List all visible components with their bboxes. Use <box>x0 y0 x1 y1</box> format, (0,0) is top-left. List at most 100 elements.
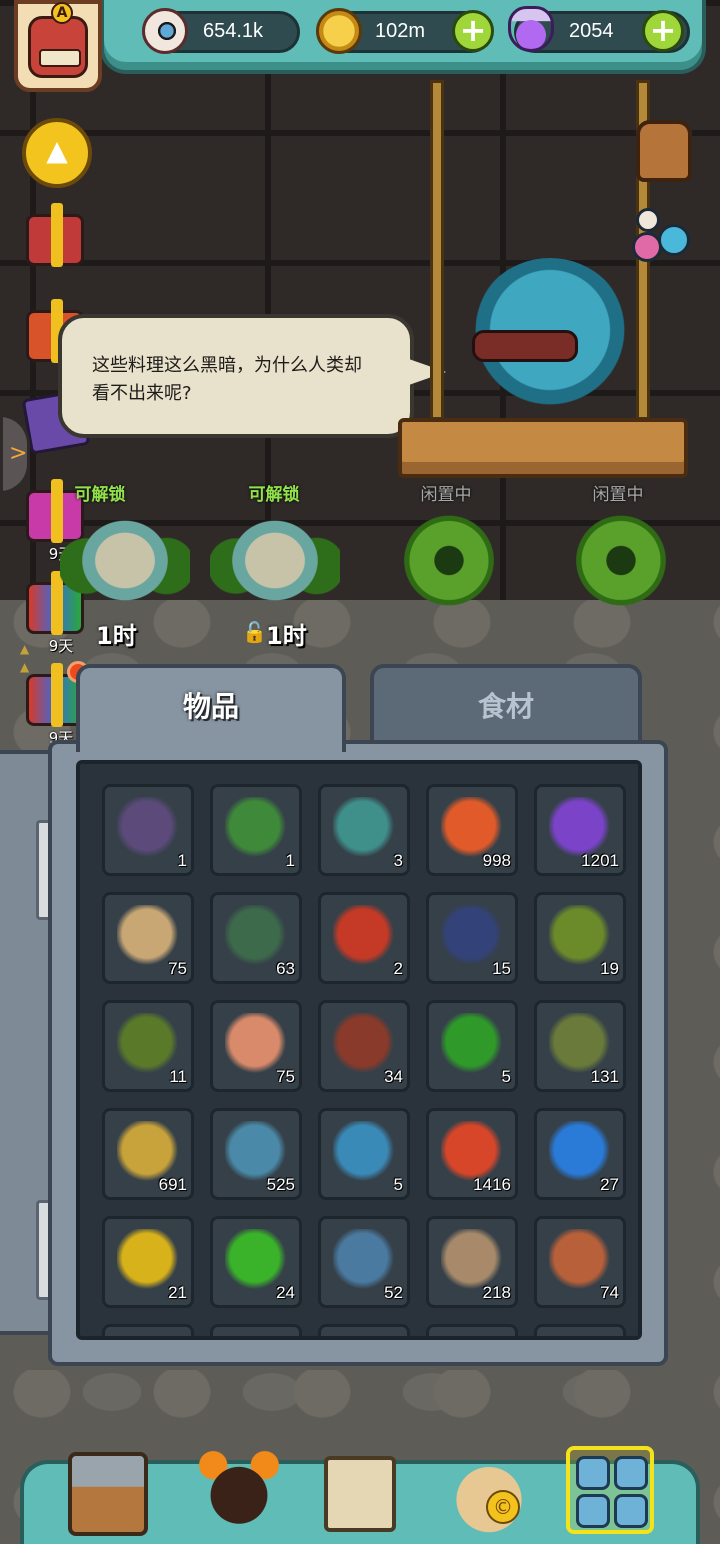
inventory-slot[interactable]: 998 <box>426 784 518 876</box>
item-count: 1 <box>285 851 295 870</box>
slot-2-egg[interactable] <box>210 500 340 610</box>
inventory-slot[interactable]: 74 <box>534 1216 626 1308</box>
fish-monster-character[interactable] <box>470 258 630 418</box>
rank-badge: A <box>51 2 73 24</box>
item-count: 21 <box>168 1283 187 1302</box>
item-count: 3 <box>393 851 403 870</box>
item-count: 2 <box>393 959 403 978</box>
inventory-slot[interactable]: 2 <box>318 892 410 984</box>
inventory-slot[interactable]: 27 <box>534 1108 626 1200</box>
swing-rope-left <box>430 80 444 420</box>
inventory-slot[interactable]: 15 <box>426 892 518 984</box>
item-count: 998 <box>482 851 511 870</box>
tab-ingredients[interactable]: 食材 <box>370 664 642 744</box>
inventory-slot[interactable]: 63 <box>210 892 302 984</box>
item-count: 1 <box>177 851 187 870</box>
inventory-slot[interactable]: 19 <box>534 892 626 984</box>
eyeball-creatures-icon[interactable] <box>628 206 698 270</box>
item-count: 11 <box>169 1067 187 1086</box>
inventory-slot[interactable]: 1416 <box>426 1108 518 1200</box>
coin-bag-icon[interactable] <box>446 1448 532 1534</box>
inventory-slot-partial[interactable] <box>534 1324 626 1336</box>
red-barrel-icon <box>333 905 399 969</box>
lock-icon: 🔓 <box>242 620 267 644</box>
item-count: 691 <box>158 1175 187 1194</box>
add-potions-button[interactable]: + <box>642 10 684 52</box>
tab-items[interactable]: 物品 <box>76 664 346 752</box>
slot-2-timer: 1时 <box>266 622 307 650</box>
small-up-arrows-icon: ▲ ▲ <box>20 642 30 674</box>
swing-seat <box>398 418 688 478</box>
chest-eye-icon <box>117 797 183 861</box>
gift-days-label: 9天 <box>48 637 74 655</box>
potion-icon <box>508 6 554 52</box>
speech-bubble: 这些料理这么黑暗，为什么人类却 看不出来呢? <box>58 314 446 438</box>
slot-3-idle[interactable] <box>384 500 514 610</box>
item-count: 1416 <box>473 1175 511 1194</box>
item-count: 52 <box>384 1283 403 1302</box>
speech-line-2: 看不出来呢? <box>92 383 192 404</box>
item-count: 63 <box>276 959 295 978</box>
item-count: 34 <box>384 1067 403 1086</box>
item-count: 5 <box>501 1067 511 1086</box>
inventory-slot[interactable]: 52 <box>318 1216 410 1308</box>
collapse-up-button[interactable]: ▲ <box>22 118 92 188</box>
inventory-slot[interactable]: 691 <box>102 1108 194 1200</box>
inventory-slot[interactable]: 1 <box>102 784 194 876</box>
item-count: 75 <box>168 959 187 978</box>
inventory-slot[interactable]: 11 <box>102 1000 194 1092</box>
item-count: 131 <box>590 1067 619 1086</box>
inventory-slot[interactable]: 525 <box>210 1108 302 1200</box>
inventory-grid: 1 1 3 998 1201 75 63 2 15 19 11 75 34 5 131 691 525 5 1416… <box>76 760 642 1340</box>
inventory-slot-partial[interactable] <box>210 1324 302 1336</box>
item-count: 15 <box>492 959 511 978</box>
monster-den-icon[interactable] <box>196 1448 282 1534</box>
speech-line-1: 这些料理这么黑暗，为什么人类却 <box>92 355 362 376</box>
item-count: 218 <box>482 1283 511 1302</box>
item-count: 74 <box>600 1283 619 1302</box>
inventory-slot[interactable]: 218 <box>426 1216 518 1308</box>
inventory-slot[interactable]: 34 <box>318 1000 410 1092</box>
green-bottle-icon <box>225 797 291 861</box>
gift-box-icon[interactable] <box>26 203 84 267</box>
slot-1-egg[interactable] <box>60 500 190 610</box>
chevron-right-icon: > <box>9 441 28 466</box>
inventory-slot[interactable]: 5 <box>426 1000 518 1092</box>
inventory-slot[interactable]: 75 <box>102 892 194 984</box>
item-count: 27 <box>600 1175 619 1194</box>
speech-bubble-text: 这些料理这么黑暗，为什么人类却 看不出来呢? <box>92 352 402 408</box>
player-avatar-frame[interactable]: A <box>14 0 102 92</box>
eyeball-icon <box>142 8 188 54</box>
inventory-slot[interactable]: 21 <box>102 1216 194 1308</box>
potion-count: 2054 <box>569 20 614 42</box>
teal-bottle-icon <box>333 797 399 861</box>
four-leaf-clover-icon <box>441 1013 507 1077</box>
inventory-slot[interactable]: 3 <box>318 784 410 876</box>
item-count: 75 <box>276 1067 295 1086</box>
item-count: 24 <box>276 1283 295 1302</box>
slot-1-timer: 1时 <box>96 622 137 650</box>
item-count: 19 <box>600 959 619 978</box>
slot-4-idle[interactable] <box>556 500 686 610</box>
backpack-icon[interactable] <box>636 120 692 182</box>
item-count: 525 <box>266 1175 295 1194</box>
add-coins-button[interactable]: + <box>452 10 494 52</box>
shop-building-icon[interactable] <box>68 1452 148 1536</box>
inventory-slot[interactable]: 1201 <box>534 784 626 876</box>
item-count: 1201 <box>581 851 619 870</box>
inventory-slot[interactable]: 131 <box>534 1000 626 1092</box>
inventory-slot[interactable]: 5 <box>318 1108 410 1200</box>
eyeball-count: 654.1k <box>203 20 264 42</box>
inventory-slot-partial[interactable] <box>102 1324 194 1336</box>
blue-puzzle-icon <box>333 1121 399 1185</box>
inventory-grid-icon[interactable] <box>566 1446 654 1534</box>
inventory-slot[interactable]: 24 <box>210 1216 302 1308</box>
inventory-slot-partial[interactable] <box>426 1324 518 1336</box>
item-count: 5 <box>393 1175 403 1194</box>
inventory-slot-partial[interactable] <box>318 1324 410 1336</box>
coin-count: 102m <box>375 20 426 42</box>
inventory-slot[interactable]: 75 <box>210 1000 302 1092</box>
coin-icon <box>316 8 362 54</box>
recipe-book-icon[interactable] <box>324 1456 396 1532</box>
inventory-slot[interactable]: 1 <box>210 784 302 876</box>
